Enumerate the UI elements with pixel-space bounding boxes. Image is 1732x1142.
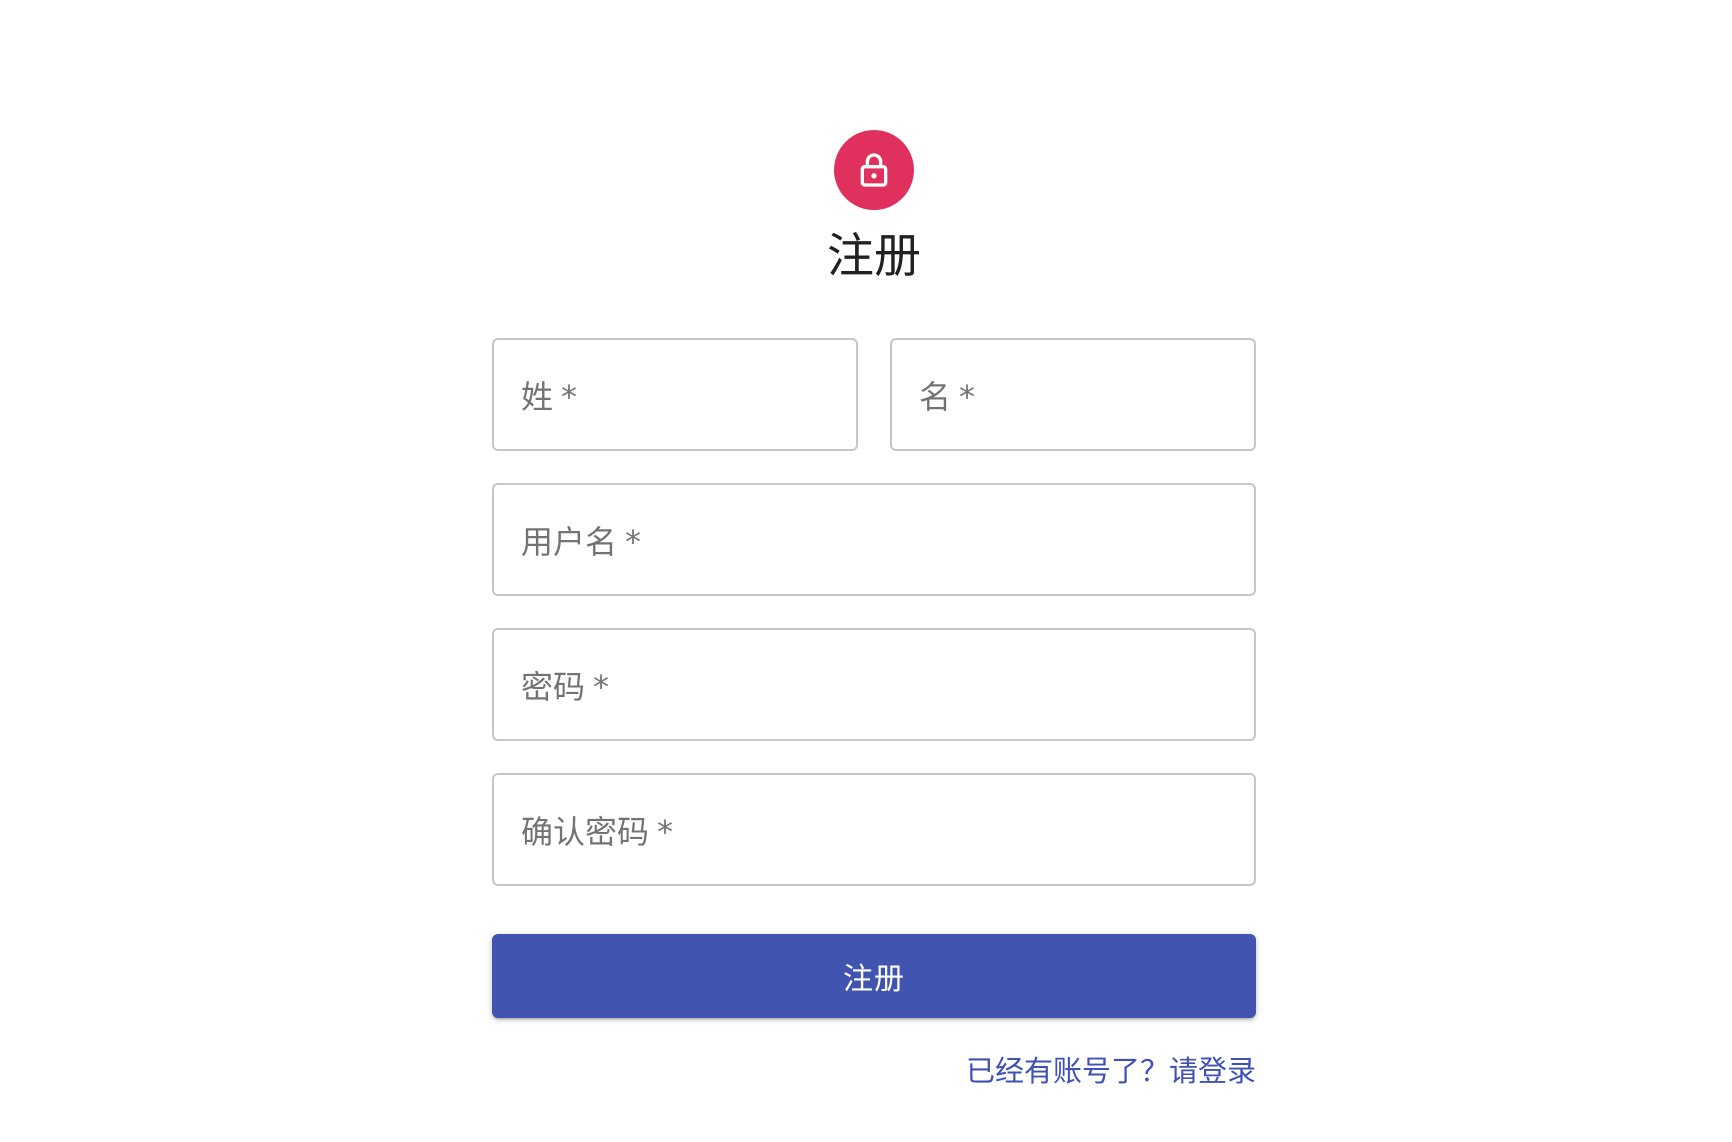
first-name-label: 名 * <box>919 377 976 416</box>
lock-icon <box>860 153 888 187</box>
last-name-field[interactable]: 姓 * <box>492 338 858 451</box>
first-name-field[interactable]: 名 * <box>890 338 1256 451</box>
signup-button[interactable]: 注册 <box>492 934 1256 1018</box>
lock-avatar <box>834 130 914 210</box>
password-field[interactable]: 密码 * <box>492 628 1256 741</box>
login-link[interactable]: 已经有账号了？请登录 <box>966 1048 1256 1090</box>
password-label: 密码 * <box>521 667 610 706</box>
username-label: 用户名 * <box>521 522 642 561</box>
confirm-password-field[interactable]: 确认密码 * <box>492 773 1256 886</box>
page-title: 注册 <box>827 229 921 284</box>
last-name-label: 姓 * <box>521 377 578 416</box>
confirm-password-label: 确认密码 * <box>521 812 674 851</box>
username-field[interactable]: 用户名 * <box>492 483 1256 596</box>
